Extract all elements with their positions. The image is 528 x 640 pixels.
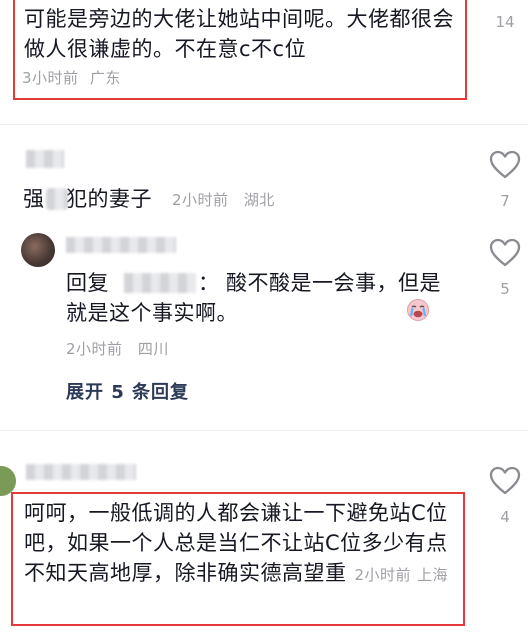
crying-emoji-icon — [246, 298, 430, 330]
comment-text-2: 强 犯的妻子 — [23, 187, 152, 211]
comment-text-4: 呵呵，一般低调的人都会谦让一下避免站C位吧，如果一个人总是当仁不让站C位多少有点… — [24, 498, 454, 590]
like-heart-icon-3[interactable] — [489, 238, 521, 268]
username-blurred-3[interactable] — [66, 237, 176, 253]
comment-meta-3: 2小时前 四川 — [66, 338, 169, 359]
username-blurred-2[interactable] — [26, 150, 64, 168]
comment-time-1: 3小时前 — [22, 69, 79, 87]
like-count-3: 5 — [500, 280, 510, 298]
comment-location-3: 四川 — [137, 340, 169, 358]
comment-location-4: 上海 — [417, 566, 449, 584]
like-count-2: 7 — [500, 192, 510, 210]
section-divider — [0, 124, 528, 125]
username-blurred-4[interactable] — [26, 464, 136, 480]
comment-meta-1: 3小时前 广东 — [22, 67, 121, 88]
comment-meta-2: 2小时前 湖北 — [172, 189, 275, 210]
comment-time-4: 2小时前 — [354, 566, 412, 584]
comment-location-2: 湖北 — [243, 191, 275, 209]
comment-text-1: 可能是旁边的大佬让她站中间呢。大佬都很会做人很谦虚的。不在意c不c位 — [24, 7, 454, 61]
comment-time-3: 2小时前 — [66, 340, 123, 358]
like-heart-icon-4[interactable] — [489, 466, 521, 496]
expand-replies-link[interactable]: 展开 5 条回复 — [66, 378, 189, 404]
like-heart-icon-2[interactable] — [489, 150, 521, 180]
like-count-1: 14 — [495, 13, 515, 31]
redacted-word — [46, 188, 68, 210]
avatar[interactable] — [21, 233, 55, 267]
comment-location-1: 广东 — [89, 69, 121, 87]
section-divider-2 — [0, 430, 528, 431]
comment-time-2: 2小时前 — [172, 191, 229, 209]
like-count-4: 4 — [500, 508, 510, 526]
comment-text-3: 酸不酸是一会事，但是就是这个事实啊。 — [66, 268, 446, 330]
